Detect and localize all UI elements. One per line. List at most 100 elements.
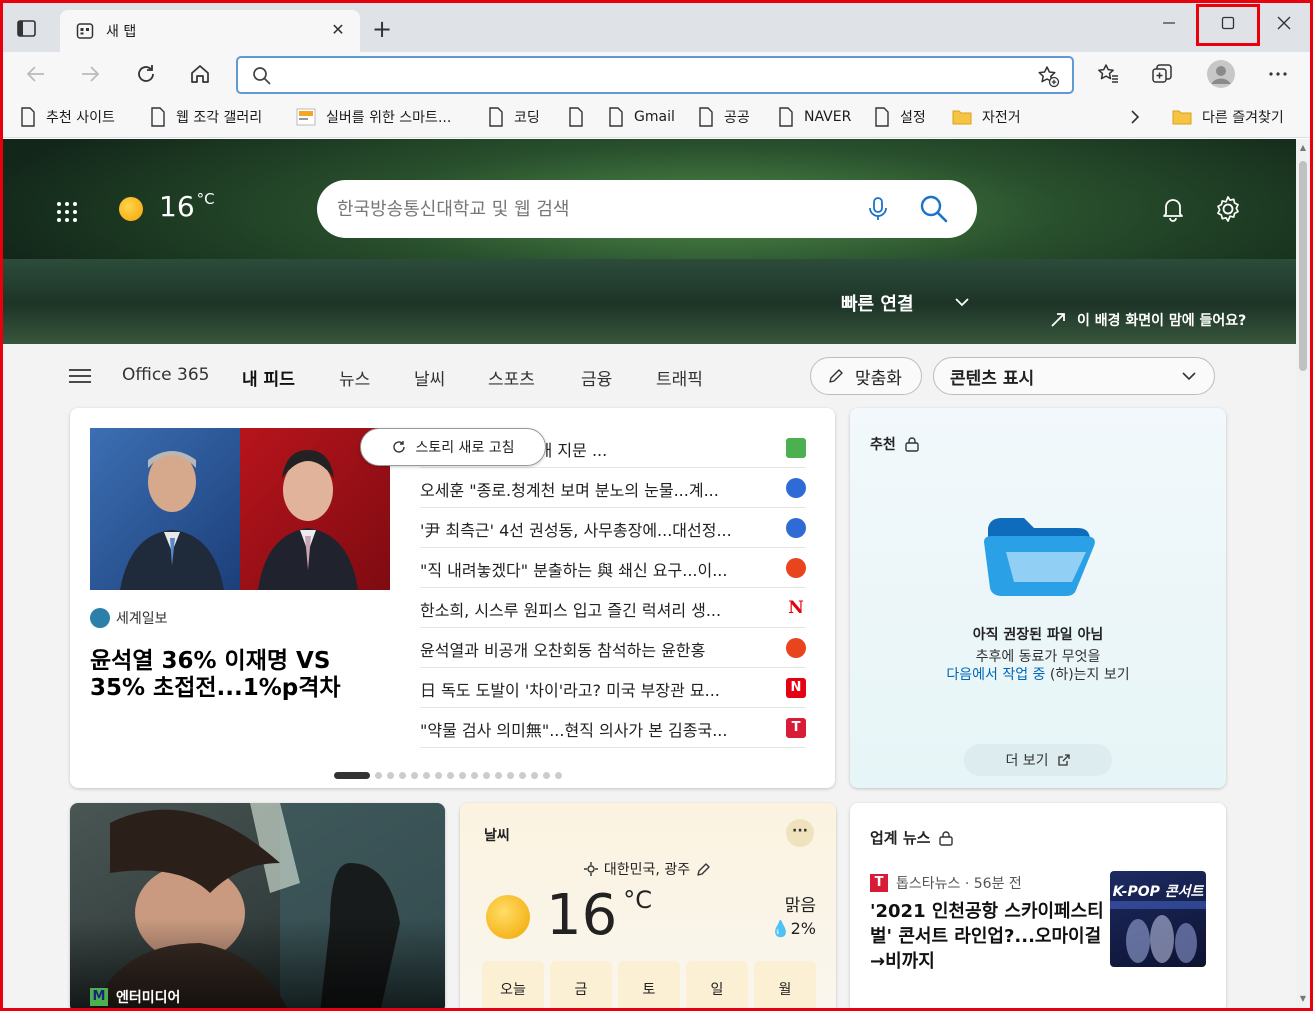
publisher-logo-icon: [786, 518, 806, 538]
favorites-icon[interactable]: [1096, 62, 1122, 88]
bookmark-item[interactable]: 웹 조각 갤러리: [150, 106, 262, 128]
chevron-down-icon[interactable]: [953, 293, 971, 311]
list-item[interactable]: 한소희, 시스루 원피스 입고 즐긴 럭셔리 생... N: [420, 588, 806, 628]
refresh-stories-button[interactable]: 스토리 새로 고침: [360, 428, 546, 466]
search-icon[interactable]: [919, 194, 949, 224]
tab-news[interactable]: 뉴스: [339, 365, 370, 390]
scroll-down-arrow-icon[interactable]: ▼: [1298, 994, 1308, 1004]
entertainment-photo: [70, 803, 445, 1008]
bookmark-item[interactable]: 코딩: [488, 106, 540, 128]
top-story-headline[interactable]: 윤석열 36% 이재명 VS 35% 초접전...1%p격차: [90, 648, 390, 702]
app-launcher-icon[interactable]: [55, 200, 79, 224]
forecast-day[interactable]: 일: [686, 961, 748, 1008]
bookmark-item[interactable]: 추천 사이트: [20, 106, 115, 128]
hero-background: 16°C 빠른 연결 이 배경 화면이 맘에 들어요?: [3, 139, 1296, 344]
tab-actions-icon[interactable]: [16, 18, 38, 40]
forecast-day[interactable]: 토: [618, 961, 680, 1008]
tab-weather[interactable]: 날씨: [414, 365, 445, 390]
home-icon[interactable]: [188, 62, 214, 88]
bookmark-item[interactable]: 공공: [698, 106, 750, 128]
background-feedback-link[interactable]: 이 배경 화면이 맘에 들어요?: [1049, 310, 1246, 330]
hero-temperature[interactable]: 16 °C: [159, 190, 215, 223]
edit-pencil-icon: [697, 863, 710, 876]
story-source: T 톱스타뉴스 · 56분 전: [870, 873, 1022, 893]
search-icon: [252, 66, 272, 86]
publisher-logo-icon: N: [786, 678, 806, 698]
publisher-logo-icon: [786, 638, 806, 658]
collections-icon[interactable]: [1150, 62, 1176, 88]
tab-my-feed[interactable]: 내 피드: [242, 365, 295, 390]
page-icon: [609, 107, 623, 127]
weather-location[interactable]: 대한민국, 광주: [460, 859, 836, 879]
weather-card: 날씨 ··· 대한민국, 광주 16 °C 맑음 💧2% 오늘 금 토 일 월: [460, 803, 836, 1008]
list-item[interactable]: 윤석열과 비공개 오찬회동 참석하는 윤한홍: [420, 628, 806, 668]
scroll-up-arrow-icon[interactable]: ▲: [1298, 143, 1308, 153]
tab-traffic[interactable]: 트래픽: [656, 365, 703, 390]
empty-state-text: 추후에 동료가 무엇을: [975, 649, 1101, 665]
bookmark-item[interactable]: NAVER: [778, 106, 851, 128]
raindrop-icon: 💧: [770, 919, 791, 938]
sunny-weather-icon[interactable]: [119, 197, 143, 221]
list-item[interactable]: "약물 검사 의미無"...현직 의사가 본 김종국... T: [420, 708, 806, 748]
carousel-pagination[interactable]: [334, 772, 567, 779]
folder-icon: [1172, 110, 1192, 125]
address-bar[interactable]: [236, 56, 1074, 94]
tab-finance[interactable]: 금융: [581, 365, 612, 390]
empty-state-text: 다음에서 작업 중 (하)는지 보기: [946, 667, 1130, 683]
forecast-day[interactable]: 오늘: [482, 961, 544, 1008]
list-item[interactable]: "직 내려놓겠다" 분출하는 與 쇄신 요구...이...: [420, 548, 806, 588]
see-more-button[interactable]: 더 보기: [964, 744, 1112, 776]
feed-navigation: Office 365 내 피드 뉴스 날씨 스포츠 금융 트래픽 맞춤화 콘텐츠…: [3, 344, 1296, 406]
gear-icon[interactable]: [1213, 194, 1243, 224]
add-favorite-icon[interactable]: [1036, 64, 1060, 88]
card-title: 날씨: [484, 828, 510, 844]
maximize-button[interactable]: [1205, 8, 1251, 42]
top-story-photo[interactable]: [90, 428, 390, 590]
more-options-icon[interactable]: [1266, 62, 1292, 88]
minimize-button[interactable]: [1146, 8, 1192, 42]
page-icon: [875, 107, 889, 127]
bookmark-item[interactable]: [568, 106, 594, 128]
back-icon[interactable]: [24, 62, 50, 88]
content-visibility-dropdown[interactable]: 콘텐츠 표시: [933, 357, 1215, 395]
close-tab-icon[interactable]: ✕: [328, 20, 348, 40]
list-item[interactable]: 日 독도 도발이 '차이'라고? 미국 부장관 묘... N: [420, 668, 806, 708]
hamburger-menu-icon[interactable]: [69, 368, 91, 384]
list-item[interactable]: '尹 최측근' 4선 권성동, 사무총장에...대선정...: [420, 508, 806, 548]
page-scrollbar[interactable]: ▲ ▼: [1296, 139, 1310, 1008]
new-tab-button[interactable]: +: [370, 17, 394, 42]
scrollbar-thumb[interactable]: [1299, 161, 1307, 371]
tab-sports[interactable]: 스포츠: [488, 365, 535, 390]
forecast-day[interactable]: 월: [754, 961, 816, 1008]
forecast-day[interactable]: 금: [550, 961, 612, 1008]
bookmark-item[interactable]: Gmail: [608, 106, 675, 128]
bookmark-item[interactable]: 실버를 위한 스마트...: [296, 106, 451, 128]
microphone-icon[interactable]: [865, 196, 891, 222]
bookmark-folder[interactable]: 자전거: [952, 106, 1021, 128]
profile-avatar-icon[interactable]: [1206, 59, 1236, 89]
list-item[interactable]: 오세훈 "종로.청계천 보며 분노의 눈물...계...: [420, 468, 806, 508]
more-options-icon[interactable]: ···: [786, 819, 814, 847]
page-icon: [779, 107, 793, 127]
refresh-icon[interactable]: [134, 62, 160, 88]
current-temperature: 16 °C: [546, 883, 653, 948]
quick-links-toggle[interactable]: 빠른 연결: [841, 290, 914, 316]
forward-icon[interactable]: [78, 62, 104, 88]
web-search-box[interactable]: [317, 180, 977, 238]
industry-story-thumbnail[interactable]: K-POP 콘서트: [1110, 871, 1206, 967]
personalize-button[interactable]: 맞춤화: [810, 357, 922, 395]
favorites-bar: 추천 사이트 웹 조각 갤러리 실버를 위한 스마트... 코딩 Gmail 공…: [0, 98, 1313, 138]
other-favorites-folder[interactable]: 다른 즐겨찾기: [1172, 106, 1284, 128]
tab-office-365[interactable]: Office 365: [122, 365, 209, 385]
story-source: M 엔터미디어: [90, 987, 180, 1007]
notifications-bell-icon[interactable]: [1159, 195, 1187, 223]
entertainment-story-card[interactable]: M 엔터미디어: [70, 803, 445, 1008]
industry-story-headline[interactable]: '2021 인천공항 스카이페스티벌' 콘서트 라인업?...오마이걸→비까지: [870, 899, 1106, 974]
web-search-input[interactable]: [337, 194, 857, 224]
working-on-link[interactable]: 다음에서 작업 중: [946, 667, 1045, 683]
close-window-button[interactable]: [1261, 8, 1307, 42]
page-icon: [699, 107, 713, 127]
bookmark-item[interactable]: 설정: [874, 106, 926, 128]
tab-new-tab[interactable]: 새 탭 ✕: [60, 10, 360, 52]
bookmarks-overflow-chevron-icon[interactable]: [1128, 106, 1152, 128]
